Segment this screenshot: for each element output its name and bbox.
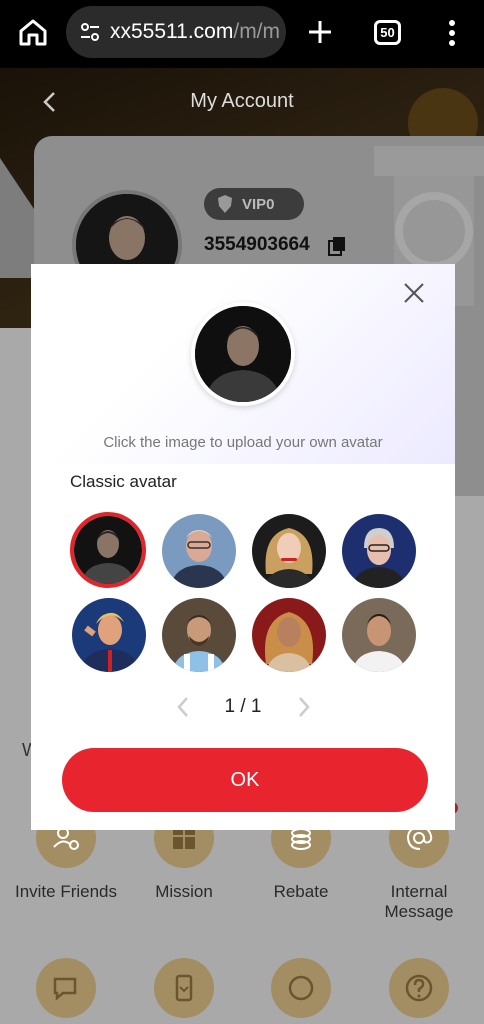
current-avatar-upload[interactable]	[191, 302, 295, 406]
person-portrait-icon	[252, 514, 326, 588]
menu-feedback[interactable]	[6, 958, 126, 1018]
person-portrait-icon	[342, 598, 416, 672]
copy-icon[interactable]	[328, 236, 346, 256]
total-pages: 1	[250, 696, 262, 717]
ok-button[interactable]: OK	[62, 748, 428, 812]
avatar-picker-dialog: Click the image to upload your own avata…	[31, 264, 455, 830]
avatar-pagination: 1 / 1	[31, 692, 455, 722]
avatar-option-5[interactable]	[72, 598, 146, 672]
help-question-icon	[389, 958, 449, 1018]
tab-switcher-button[interactable]: 50	[374, 20, 401, 45]
person-portrait-icon	[162, 598, 236, 672]
person-portrait-icon	[252, 598, 326, 672]
feedback-chat-icon	[36, 958, 96, 1018]
menu-label: Internal Message	[384, 882, 454, 922]
address-bar[interactable]: xx55511.com/m/m	[66, 6, 286, 58]
url-host: xx55511.com	[110, 20, 234, 43]
avatar-option-2[interactable]	[162, 514, 236, 588]
person-portrait-icon	[195, 306, 291, 402]
support-24-7-icon	[271, 958, 331, 1018]
page-title: My Account	[190, 90, 294, 112]
vip-level: VIP0	[242, 195, 275, 213]
close-icon[interactable]	[403, 282, 425, 304]
upload-hint-text: Click the image to upload your own avata…	[103, 434, 383, 451]
current-page: 1	[224, 696, 236, 717]
vip-shield-icon	[218, 195, 232, 213]
vip-badge: VIP0	[204, 188, 304, 220]
url-path: /m/m	[233, 20, 281, 43]
person-portrait-icon	[162, 514, 236, 588]
person-portrait-icon	[72, 598, 146, 672]
menu-label: Rebate	[273, 882, 329, 901]
menu-support[interactable]	[241, 958, 361, 1018]
avatar-option-1[interactable]	[70, 512, 146, 588]
person-portrait-icon	[74, 516, 142, 584]
new-tab-icon[interactable]	[306, 18, 334, 46]
home-icon[interactable]	[18, 18, 48, 46]
avatar-option-7[interactable]	[252, 598, 326, 672]
avatar-option-6[interactable]	[162, 598, 236, 672]
page-indicator: 1 / 1	[225, 696, 262, 718]
menu-app-download[interactable]	[124, 958, 244, 1018]
menu-label: Invite Friends	[14, 882, 118, 901]
avatar-option-8[interactable]	[342, 598, 416, 672]
menu-help[interactable]	[359, 958, 479, 1018]
user-id: 3554903664	[204, 234, 310, 255]
page-separator: /	[240, 696, 246, 717]
avatar-option-3[interactable]	[252, 514, 326, 588]
site-settings-icon[interactable]	[80, 22, 100, 42]
next-page-icon[interactable]	[296, 695, 312, 719]
previous-page-icon[interactable]	[175, 695, 191, 719]
more-menu-icon[interactable]	[442, 18, 462, 48]
url-text: xx55511.com/m/m	[110, 20, 280, 44]
avatar-option-4[interactable]	[342, 514, 416, 588]
browser-toolbar: xx55511.com/m/m 50	[0, 0, 484, 68]
classic-avatar-heading: Classic avatar	[70, 472, 177, 491]
app-download-icon	[154, 958, 214, 1018]
menu-label: Mission	[155, 882, 213, 901]
person-portrait-icon	[342, 514, 416, 588]
